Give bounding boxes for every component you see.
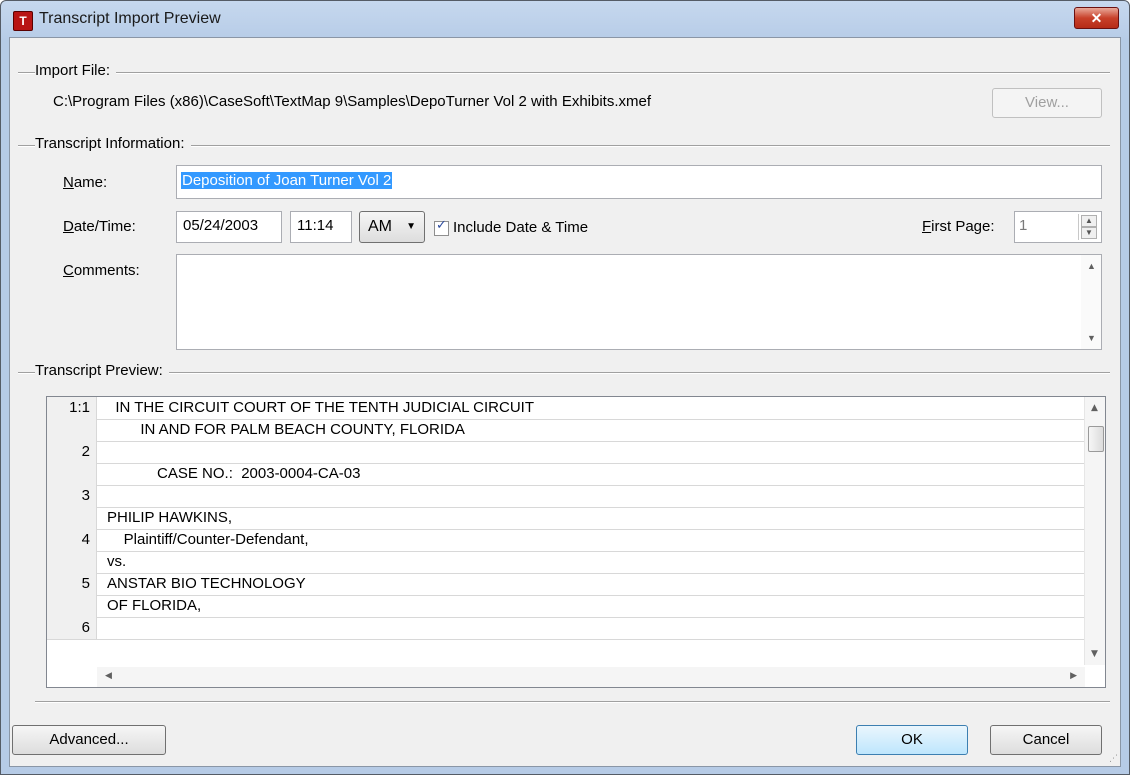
- spin-up-icon[interactable]: ▲: [1081, 215, 1097, 227]
- transcript-info-group-label: Transcript Information:: [35, 135, 191, 152]
- transcript-row[interactable]: vs.: [47, 551, 1085, 574]
- first-page-value: 1: [1019, 217, 1028, 234]
- transcript-row[interactable]: IN AND FOR PALM BEACH COUNTY, FLORIDA: [47, 419, 1085, 442]
- scroll-down-icon[interactable]: ▼: [1087, 333, 1096, 343]
- date-input[interactable]: 05/24/2003: [176, 211, 282, 243]
- chevron-down-icon: ▼: [406, 221, 416, 232]
- include-datetime-label[interactable]: Include Date & Time: [453, 219, 588, 236]
- scroll-left-icon[interactable]: ◀: [105, 671, 112, 681]
- transcript-preview-divider: [18, 372, 1110, 374]
- transcript-row[interactable]: 2: [47, 441, 1085, 464]
- scroll-down-icon[interactable]: ▼: [1091, 649, 1098, 659]
- transcript-line-text: IN AND FOR PALM BEACH COUNTY, FLORIDA: [107, 421, 465, 438]
- transcript-line-number: [47, 507, 97, 529]
- preview-horizontal-scrollbar[interactable]: ◀ ▶: [97, 667, 1085, 687]
- ampm-dropdown-value: AM: [368, 218, 392, 235]
- transcript-line-text: OF FLORIDA,: [107, 597, 202, 614]
- resize-grip-icon[interactable]: ⋰: [1109, 754, 1118, 764]
- first-page-label: First Page:: [922, 218, 995, 235]
- transcript-row[interactable]: 3: [47, 485, 1085, 508]
- checkmark-icon: ✓: [436, 218, 447, 233]
- transcript-preview-grid[interactable]: 1:1 IN THE CIRCUIT COURT OF THE TENTH JU…: [46, 396, 1106, 688]
- preview-vertical-scrollbar[interactable]: ▲ ▼: [1084, 397, 1105, 665]
- close-icon: ✕: [1090, 10, 1103, 26]
- name-label: Name:: [63, 174, 108, 191]
- date-input-value: 05/24/2003: [183, 217, 259, 234]
- transcript-line-number: 5: [47, 573, 97, 595]
- transcript-line-text: Plaintiff/Counter-Defendant,: [107, 531, 309, 548]
- transcript-line-number: 1:1: [47, 397, 97, 419]
- transcript-line-text: CASE NO.: 2003-0004-CA-03: [107, 465, 361, 482]
- transcript-row[interactable]: 4 Plaintiff/Counter-Defendant,: [47, 529, 1085, 552]
- scroll-right-icon[interactable]: ▶: [1070, 671, 1077, 681]
- app-icon: T: [13, 11, 33, 31]
- transcript-line-text: ANSTAR BIO TECHNOLOGY: [107, 575, 306, 592]
- transcript-line-number: [47, 595, 97, 617]
- spin-down-icon[interactable]: ▼: [1081, 227, 1097, 239]
- transcript-row[interactable]: 1:1 IN THE CIRCUIT COURT OF THE TENTH JU…: [47, 397, 1085, 420]
- scroll-up-icon[interactable]: ▲: [1091, 403, 1098, 413]
- transcript-row[interactable]: PHILIP HAWKINS,: [47, 507, 1085, 530]
- import-file-divider: [18, 72, 1110, 74]
- scroll-up-icon[interactable]: ▲: [1087, 261, 1096, 271]
- transcript-row[interactable]: CASE NO.: 2003-0004-CA-03: [47, 463, 1085, 486]
- transcript-row[interactable]: 6: [47, 617, 1085, 640]
- transcript-line-text: vs.: [107, 553, 127, 570]
- comments-label: Comments:: [63, 262, 140, 279]
- transcript-line-text: IN THE CIRCUIT COURT OF THE TENTH JUDICI…: [107, 399, 534, 416]
- transcript-line-number: [47, 419, 97, 441]
- import-file-path: C:\Program Files (x86)\CaseSoft\TextMap …: [53, 93, 652, 110]
- advanced-button[interactable]: Advanced...: [12, 725, 166, 755]
- name-input[interactable]: Deposition of Joan Turner Vol 2: [176, 165, 1102, 199]
- transcript-line-number: 3: [47, 485, 97, 507]
- comments-textarea[interactable]: ▲ ▼: [176, 254, 1102, 350]
- time-input-value: 11:14: [297, 217, 334, 234]
- name-input-value: Deposition of Joan Turner Vol 2: [181, 172, 393, 189]
- scroll-thumb[interactable]: [1088, 426, 1104, 452]
- datetime-label: Date/Time:: [63, 218, 136, 235]
- transcript-preview-group-label: Transcript Preview:: [35, 362, 169, 379]
- transcript-line-number: [47, 463, 97, 485]
- ampm-dropdown[interactable]: AM ▼: [359, 211, 425, 243]
- window-title: Transcript Import Preview: [39, 10, 221, 27]
- cancel-button[interactable]: Cancel: [990, 725, 1102, 755]
- dialog-body: Import File: C:\Program Files (x86)\Case…: [9, 37, 1121, 767]
- comments-scrollbar[interactable]: ▲ ▼: [1081, 255, 1101, 349]
- time-input[interactable]: 11:14: [290, 211, 352, 243]
- first-page-spinner[interactable]: ▲ ▼: [1078, 214, 1099, 240]
- transcript-line-text: PHILIP HAWKINS,: [107, 509, 233, 526]
- transcript-line-number: [47, 551, 97, 573]
- transcript-line-number: 2: [47, 441, 97, 463]
- transcript-row[interactable]: OF FLORIDA,: [47, 595, 1085, 618]
- transcript-line-number: 6: [47, 617, 97, 639]
- import-file-group-label: Import File:: [35, 62, 117, 79]
- include-datetime-checkbox[interactable]: ✓: [434, 218, 449, 236]
- transcript-row[interactable]: 5 ANSTAR BIO TECHNOLOGY: [47, 573, 1085, 596]
- dialog-window: T Transcript Import Preview ✕ Import Fil…: [0, 0, 1130, 775]
- footer-divider: [35, 701, 1110, 703]
- transcript-line-number: 4: [47, 529, 97, 551]
- title-bar[interactable]: T Transcript Import Preview ✕: [1, 1, 1129, 37]
- close-button[interactable]: ✕: [1074, 7, 1119, 29]
- view-button[interactable]: View...: [992, 88, 1102, 118]
- ok-button[interactable]: OK: [856, 725, 968, 755]
- first-page-stepper[interactable]: 1 ▲ ▼: [1014, 211, 1102, 243]
